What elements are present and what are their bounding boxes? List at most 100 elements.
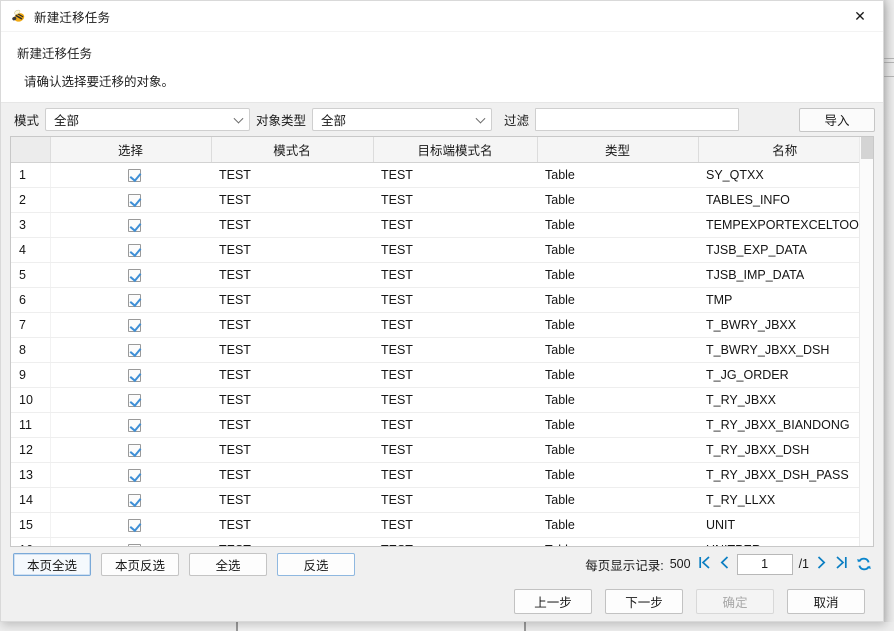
import-button[interactable]: 导入: [799, 107, 875, 132]
mode-label: 模式: [14, 114, 40, 128]
row-checkbox-cell[interactable]: [50, 412, 211, 438]
table-row[interactable]: 12 TEST TEST Table T_RY_JBXX_DSH: [11, 437, 859, 463]
cancel-button[interactable]: 取消: [787, 588, 865, 614]
row-checkbox[interactable]: [128, 293, 142, 307]
row-checkbox[interactable]: [128, 218, 142, 232]
row-checkbox-cell[interactable]: [50, 487, 211, 513]
table-header-type[interactable]: 类型: [537, 137, 699, 163]
row-index: 2: [11, 187, 51, 213]
table-row[interactable]: 1 TEST TEST Table SY_QTXX: [11, 162, 859, 188]
row-checkbox[interactable]: [128, 518, 142, 532]
row-target-schema: TEST: [373, 237, 537, 263]
page-number-input[interactable]: [736, 553, 793, 575]
row-checkbox-cell[interactable]: [50, 212, 211, 238]
row-checkbox[interactable]: [128, 368, 142, 382]
close-icon[interactable]: ✕: [837, 1, 883, 32]
row-checkbox-cell[interactable]: [50, 362, 211, 388]
row-checkbox[interactable]: [128, 493, 142, 507]
row-index: 15: [11, 512, 51, 538]
row-checkbox-cell[interactable]: [50, 387, 211, 413]
table-header-name[interactable]: 名称: [698, 137, 859, 163]
row-schema: TEST: [211, 412, 373, 438]
table-row[interactable]: 11 TEST TEST Table T_RY_JBXX_BIANDONG: [11, 412, 859, 438]
row-target-schema: TEST: [373, 387, 537, 413]
table-row[interactable]: 16TESTTESTTableUNITPER: [11, 537, 859, 546]
page-subtitle: 请确认选择要迁移的对象。: [24, 75, 175, 89]
row-type: Table: [537, 162, 698, 188]
row-checkbox-cell[interactable]: [50, 437, 211, 463]
table-row[interactable]: 7 TEST TEST Table T_BWRY_JBXX: [11, 312, 859, 338]
row-name: SY_QTXX: [698, 162, 859, 188]
refresh-icon[interactable]: [855, 555, 873, 573]
filter-input[interactable]: [535, 108, 740, 131]
row-name: T_RY_JBXX: [698, 387, 859, 413]
row-checkbox[interactable]: [128, 318, 142, 332]
row-checkbox[interactable]: [128, 193, 142, 207]
row-checkbox-cell[interactable]: [50, 337, 211, 363]
row-name: UNITPER: [698, 537, 859, 546]
row-schema: TEST: [211, 262, 373, 288]
table-row[interactable]: 14 TEST TEST Table T_RY_LLXX: [11, 487, 859, 513]
table-row[interactable]: 2 TEST TEST Table TABLES_INFO: [11, 187, 859, 213]
row-checkbox[interactable]: [128, 468, 142, 482]
row-target-schema: TEST: [373, 362, 537, 388]
table-row[interactable]: 6 TEST TEST Table TMP: [11, 287, 859, 313]
row-target-schema: TEST: [373, 437, 537, 463]
table-header-corner[interactable]: [11, 137, 51, 163]
row-schema: TEST: [211, 162, 373, 188]
table-scrollbar-thumb[interactable]: [861, 137, 873, 159]
next-page-icon[interactable]: [815, 555, 828, 574]
row-checkbox-cell[interactable]: [50, 512, 211, 538]
row-checkbox-cell[interactable]: [50, 187, 211, 213]
row-checkbox[interactable]: [128, 393, 142, 407]
row-checkbox[interactable]: [128, 268, 142, 282]
row-checkbox[interactable]: [128, 343, 142, 357]
select-page-all-button[interactable]: 本页全选: [13, 552, 91, 576]
row-name: T_BWRY_JBXX: [698, 312, 859, 338]
object-table-panel: 选择 模式名 目标端模式名 类型 名称 1 TEST TEST Table SY_QTX…: [10, 136, 874, 547]
row-checkbox-cell[interactable]: [50, 237, 211, 263]
row-checkbox[interactable]: [128, 418, 142, 432]
table-row[interactable]: 5 TEST TEST Table TJSB_IMP_DATA: [11, 262, 859, 288]
row-checkbox[interactable]: [128, 243, 142, 257]
row-name: T_RY_JBXX_DSH_PASS: [698, 462, 859, 488]
table-row[interactable]: 10 TEST TEST Table T_RY_JBXX: [11, 387, 859, 413]
table-row[interactable]: 13 TEST TEST Table T_RY_JBXX_DSH_PASS: [11, 462, 859, 488]
table-row[interactable]: 4 TEST TEST Table TJSB_EXP_DATA: [11, 237, 859, 263]
background-divider: [884, 76, 894, 77]
invert-page-selection-button[interactable]: 本页反选: [101, 552, 179, 576]
invert-selection-button[interactable]: 反选: [277, 552, 355, 576]
row-checkbox-cell[interactable]: [50, 312, 211, 338]
table-header-select[interactable]: 选择: [50, 137, 212, 163]
row-name: TJSB_IMP_DATA: [698, 262, 859, 288]
row-checkbox[interactable]: [128, 443, 142, 457]
row-checkbox-cell[interactable]: [50, 287, 211, 313]
next-step-button[interactable]: 下一步: [605, 588, 683, 614]
table-vertical-scrollbar[interactable]: [859, 137, 873, 546]
table-header-target-schema[interactable]: 目标端模式名: [373, 137, 538, 163]
object-type-select[interactable]: 全部: [312, 108, 493, 131]
table-row[interactable]: 9 TEST TEST Table T_JG_ORDER: [11, 362, 859, 388]
mode-select[interactable]: 全部: [45, 108, 251, 131]
previous-step-button[interactable]: 上一步: [514, 588, 592, 614]
row-checkbox-cell[interactable]: [50, 162, 211, 188]
table-row[interactable]: 8 TEST TEST Table T_BWRY_JBXX_DSH: [11, 337, 859, 363]
row-type: Table: [537, 487, 698, 513]
row-target-schema: TEST: [373, 212, 537, 238]
row-schema: TEST: [211, 462, 373, 488]
row-checkbox-cell[interactable]: [50, 462, 211, 488]
table-header-schema[interactable]: 模式名: [211, 137, 374, 163]
row-checkbox-cell[interactable]: [50, 537, 211, 546]
table-row[interactable]: 3 TEST TEST Table TEMPEXPORTEXCELTOOL: [11, 212, 859, 238]
row-checkbox-cell[interactable]: [50, 262, 211, 288]
select-all-button[interactable]: 全选: [189, 552, 267, 576]
row-checkbox[interactable]: [128, 168, 142, 182]
prev-page-icon[interactable]: [718, 555, 731, 574]
ok-button[interactable]: 确定: [696, 588, 774, 614]
row-target-schema: TEST: [373, 337, 537, 363]
row-index: 7: [11, 312, 51, 338]
table-row[interactable]: 15 TEST TEST Table UNIT: [11, 512, 859, 538]
first-page-icon[interactable]: [697, 555, 712, 574]
last-page-icon[interactable]: [834, 555, 849, 574]
row-checkbox[interactable]: [128, 543, 142, 546]
